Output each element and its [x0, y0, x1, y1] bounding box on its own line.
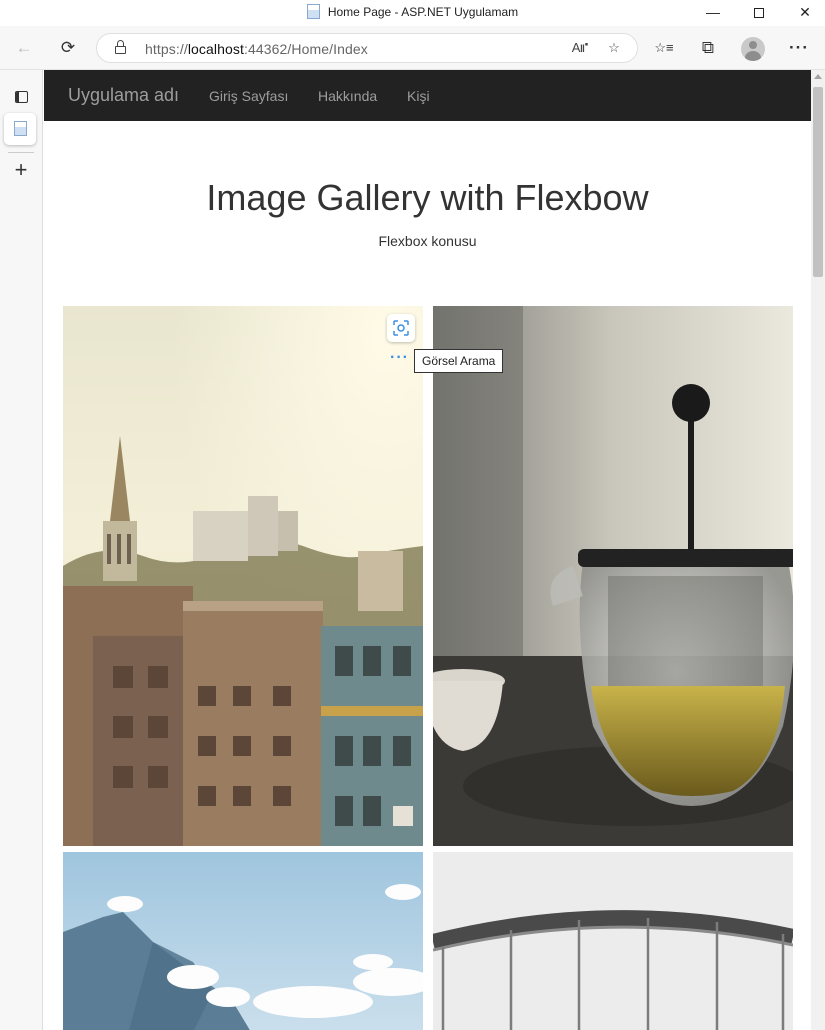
- gallery-image-teapot[interactable]: [433, 306, 793, 846]
- back-icon[interactable]: ←: [12, 36, 36, 60]
- vertical-tabs-sidebar: +: [0, 70, 43, 1030]
- site-brand[interactable]: Uygulama adı: [68, 85, 179, 106]
- nav-link-about[interactable]: Hakkında: [318, 88, 377, 104]
- address-bar[interactable]: https://localhost:44362/Home/Index A⑈ ☆: [96, 33, 638, 63]
- visual-search-icon: [393, 320, 409, 336]
- active-tab[interactable]: [4, 113, 36, 145]
- refresh-icon[interactable]: ⟳: [56, 36, 80, 60]
- page-icon: [306, 4, 320, 19]
- vertical-scrollbar[interactable]: [811, 70, 825, 1030]
- nav-link-home[interactable]: Giriş Sayfası: [209, 88, 288, 104]
- read-aloud-icon[interactable]: A⑈: [569, 37, 591, 59]
- url-host: localhost: [187, 41, 244, 57]
- site-navbar: Uygulama adı Giriş Sayfası Hakkında Kişi: [44, 70, 811, 121]
- page-title: Image Gallery with Flexbow: [206, 177, 649, 218]
- window-titlebar: Home Page - ASP.NET Uygulamam — ✕: [0, 0, 825, 26]
- url-path: :44362/Home/Index: [243, 41, 368, 57]
- url-scheme: https://: [145, 41, 188, 57]
- browser-toolbar: ← ⟳ https://localhost:44362/Home/Index A…: [0, 26, 825, 70]
- lock-icon[interactable]: [115, 40, 126, 54]
- gallery-image-city[interactable]: ···: [63, 306, 423, 846]
- page-viewport: Uygulama adı Giriş Sayfası Hakkında Kişi…: [44, 70, 811, 1030]
- favorites-icon[interactable]: ☆≡: [652, 36, 676, 60]
- nav-link-contact[interactable]: Kişi: [407, 88, 430, 104]
- profile-avatar[interactable]: [741, 37, 765, 61]
- sidebar-divider: [8, 152, 34, 153]
- window-title: Home Page - ASP.NET Uygulamam: [327, 5, 519, 19]
- url-text[interactable]: https://localhost:44362/Home/Index: [145, 41, 368, 57]
- gallery-image-mountain[interactable]: [63, 852, 423, 1030]
- gallery-image-bridge[interactable]: [433, 852, 793, 1030]
- close-button[interactable]: ✕: [782, 0, 825, 26]
- more-icon[interactable]: ···: [787, 36, 811, 60]
- page-subtitle: Flexbox konusu: [378, 233, 477, 249]
- scroll-up-arrow-icon[interactable]: [814, 74, 822, 79]
- visual-search-button[interactable]: [387, 314, 415, 342]
- add-favorite-icon[interactable]: ☆: [603, 37, 625, 59]
- maximize-icon: [754, 8, 764, 19]
- image-more-icon[interactable]: ···: [390, 350, 409, 366]
- page-icon: [13, 121, 27, 136]
- new-tab-icon[interactable]: +: [7, 156, 35, 184]
- visual-search-tooltip: Görsel Arama: [414, 349, 504, 373]
- collections-icon[interactable]: ⧉: [696, 36, 720, 60]
- maximize-button[interactable]: [736, 0, 782, 26]
- minimize-button[interactable]: —: [690, 0, 736, 26]
- tab-actions-icon[interactable]: [7, 82, 35, 110]
- scrollbar-thumb[interactable]: [813, 87, 823, 277]
